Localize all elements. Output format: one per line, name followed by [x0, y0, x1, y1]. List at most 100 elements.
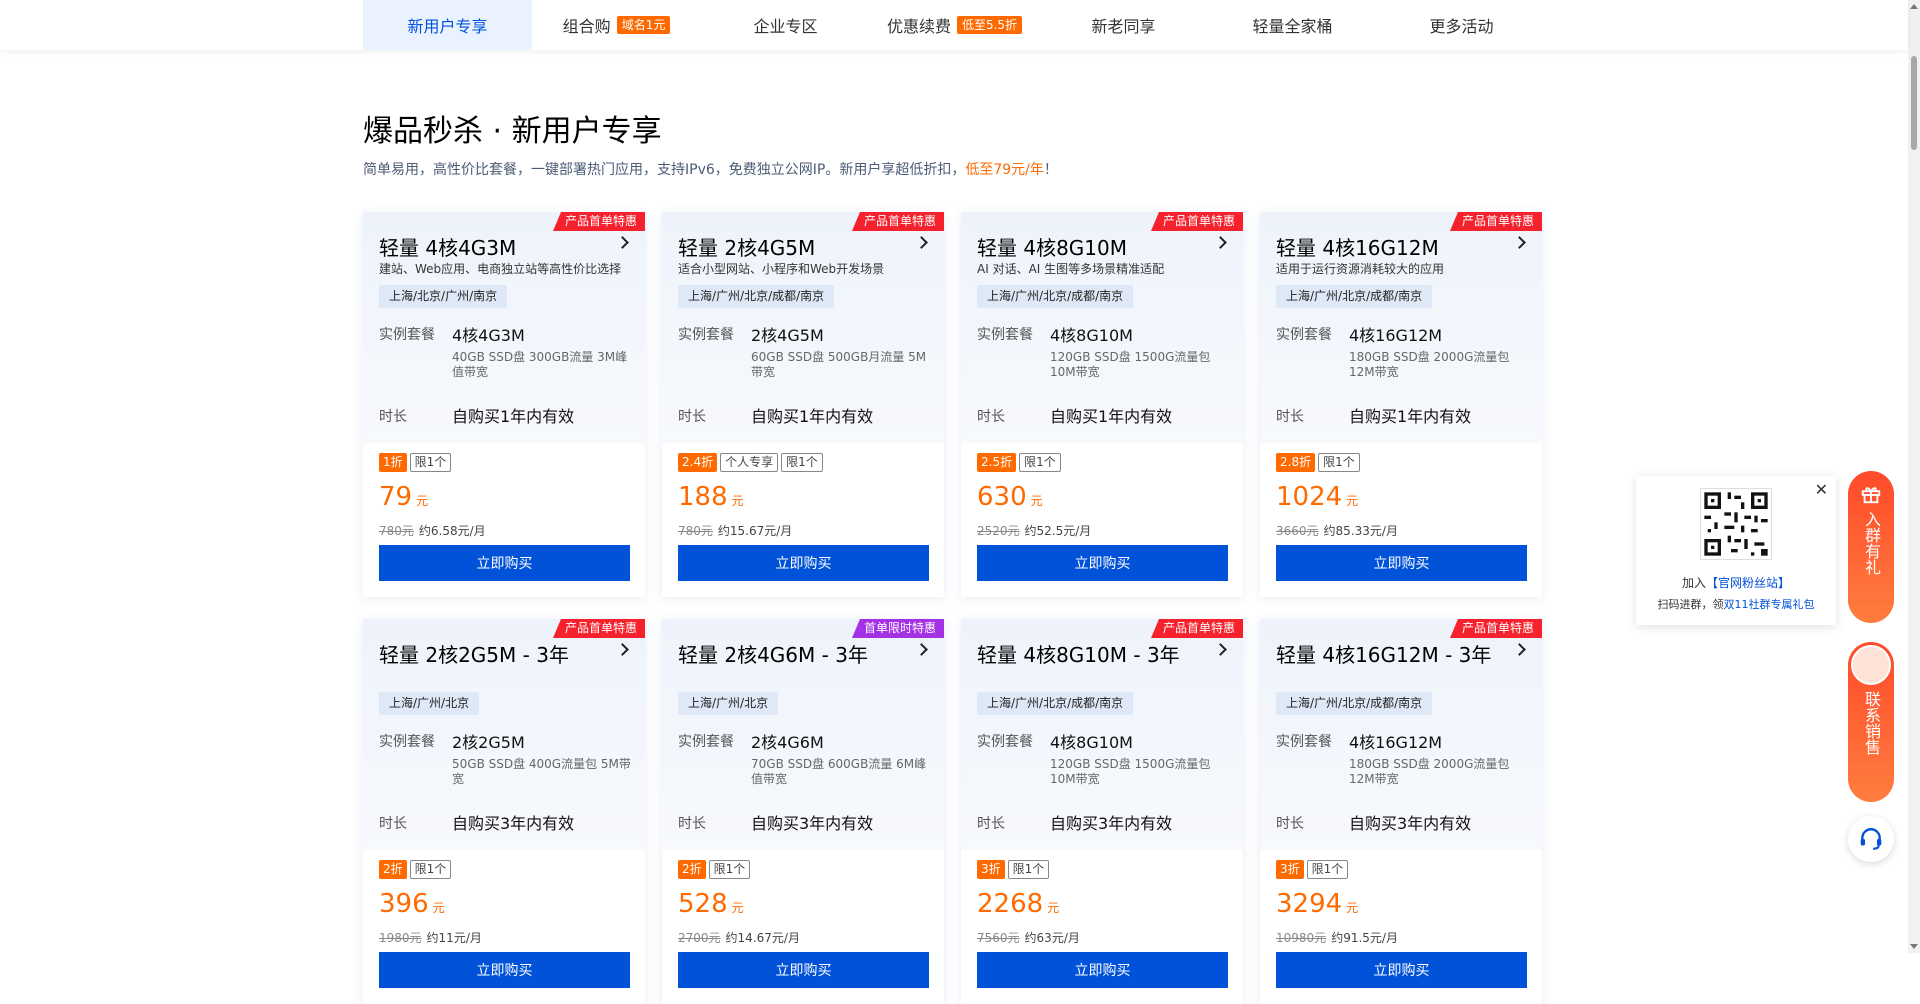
buy-now-button[interactable]: 立即购买: [678, 545, 929, 581]
duration-label: 时长: [977, 409, 1005, 425]
buy-now-button[interactable]: 立即购买: [1276, 545, 1527, 581]
tab-label: 新老同享: [1091, 17, 1156, 36]
promo-ribbon: 首单限时特惠: [851, 619, 944, 638]
tab-renewal[interactable]: 优惠续费 低至5.5折: [870, 0, 1039, 50]
tab-label: 新用户专享: [407, 17, 488, 36]
monthly-price: 约11元/月: [426, 931, 482, 945]
fan-site-link[interactable]: 【官网粉丝站】: [1706, 576, 1790, 590]
package-detail: 120GB SSD盘 1500G流量包 10M带宽: [1050, 757, 1211, 786]
original-price-value: 10980元: [1276, 931, 1327, 945]
price: 3294 元: [1276, 889, 1358, 919]
support-button[interactable]: [1848, 816, 1894, 862]
gift-icon: [1861, 487, 1881, 504]
price-unit: 元: [432, 901, 445, 915]
page-scrollbar[interactable]: [1908, 0, 1920, 953]
tag-list: 3折 限1个: [977, 860, 1050, 879]
product-title[interactable]: 轻量 4核8G10M - 3年: [977, 639, 1180, 668]
promo-ribbon: 产品首单特惠: [851, 212, 944, 231]
scroll-down-arrow[interactable]: [1910, 944, 1918, 949]
product-subtitle: 适用于运行资源消耗较大的应用: [1276, 262, 1445, 276]
package-detail: 180GB SSD盘 2000G流量包 12M带宽: [1349, 757, 1510, 786]
limit-tag: 限1个: [1019, 453, 1061, 472]
price-unit: 元: [731, 494, 744, 508]
duration-label: 时长: [379, 816, 407, 832]
qr-code-icon: [1700, 488, 1772, 560]
product-card: 产品首单特惠 轻量 4核8G10M AI 对话、AI 生图等多场景精准适配 上海…: [961, 212, 1243, 597]
package-value: 4核4G3M: [452, 326, 525, 345]
buy-now-button[interactable]: 立即购买: [379, 952, 630, 988]
limit-tag: 限1个: [781, 453, 823, 472]
tab-more[interactable]: 更多活动: [1377, 0, 1546, 50]
discount-tag: 2折: [678, 860, 706, 879]
price-value: 630: [977, 482, 1027, 512]
limit-tag: 限1个: [1007, 860, 1050, 879]
tab-new-user[interactable]: 新用户专享: [363, 0, 532, 50]
package-value: 4核8G10M: [1050, 733, 1133, 752]
tag-list: 2折 限1个: [379, 860, 452, 879]
package-label: 实例套餐: [379, 327, 435, 343]
package-label: 实例套餐: [678, 734, 734, 750]
product-card: 产品首单特惠 轻量 4核16G12M 适用于运行资源消耗较大的应用 上海/广州/…: [1260, 212, 1542, 597]
buy-now-button[interactable]: 立即购买: [977, 545, 1228, 581]
product-title[interactable]: 轻量 2核4G6M - 3年: [678, 639, 868, 668]
original-price: 7560元 约63元/月: [977, 929, 1080, 946]
product-subtitle: AI 对话、AI 生图等多场景精准适配: [977, 262, 1165, 276]
price-unit: 元: [416, 494, 429, 508]
product-card: 产品首单特惠 轻量 2核2G5M - 3年 上海/广州/北京 实例套餐 2核2G…: [363, 619, 645, 1004]
original-price-value: 2700元: [678, 931, 721, 945]
original-price: 2700元 约14.67元/月: [678, 929, 800, 946]
duration-value: 自购买1年内有效: [1349, 407, 1472, 426]
buy-now-button[interactable]: 立即购买: [1276, 952, 1527, 988]
package-label: 实例套餐: [977, 327, 1033, 343]
duration-value: 自购买1年内有效: [452, 407, 575, 426]
contact-sales-button[interactable]: 联系销售: [1848, 642, 1894, 802]
region-tag: 上海/广州/北京: [379, 692, 480, 715]
product-subtitle: 适合小型网站、小程序和Web开发场景: [678, 262, 885, 276]
buy-now-button[interactable]: 立即购买: [977, 952, 1228, 988]
tab-label: 更多活动: [1429, 17, 1494, 36]
discount-tag: 2折: [379, 860, 407, 879]
qr-subcaption: 扫码进群，领双11社群专属礼包: [1636, 596, 1836, 612]
package-detail: 120GB SSD盘 1500G流量包 10M带宽: [1050, 350, 1211, 379]
product-card: 首单限时特惠 轻量 2核4G6M - 3年 上海/广州/北京 实例套餐 2核4G…: [662, 619, 944, 1004]
duration-value: 自购买1年内有效: [751, 407, 874, 426]
tab-combo[interactable]: 组合购 域名1元: [532, 0, 701, 50]
tab-shared[interactable]: 新老同享: [1039, 0, 1208, 50]
product-title[interactable]: 轻量 2核2G5M - 3年: [379, 639, 569, 668]
gift-link[interactable]: 双11社群专属礼包: [1724, 598, 1815, 611]
package-value: 4核8G10M: [1050, 326, 1133, 345]
scroll-thumb[interactable]: [1911, 56, 1917, 150]
tag-list: 1折 限1个: [379, 453, 452, 472]
region-tag: 上海/广州/北京: [678, 692, 779, 715]
product-title[interactable]: 轻量 4核8G10M: [977, 232, 1127, 261]
description-text: 简单易用，高性价比套餐，一键部署热门应用，支持IPv6，免费独立公网IP。新用户…: [363, 162, 966, 178]
sales-avatar: [1851, 645, 1891, 685]
tab-enterprise[interactable]: 企业专区: [701, 0, 870, 50]
price-value: 396: [379, 889, 429, 919]
limit-tag: 限1个: [708, 860, 751, 879]
promo-ribbon: 产品首单特惠: [1150, 619, 1243, 638]
product-grid: 产品首单特惠 轻量 4核4G3M 建站、Web应用、电商独立站等高性价比选择 上…: [363, 212, 1542, 1004]
discount-tag: 1折: [379, 453, 407, 472]
duration-value: 自购买3年内有效: [751, 814, 874, 833]
join-group-button[interactable]: 入群有礼: [1848, 471, 1894, 623]
product-title[interactable]: 轻量 2核4G5M: [678, 232, 815, 261]
region-tag: 上海/广州/北京/成都/南京: [977, 285, 1134, 308]
close-icon[interactable]: ✕: [1815, 480, 1828, 499]
product-title[interactable]: 轻量 4核4G3M: [379, 232, 516, 261]
scroll-up-arrow[interactable]: [1910, 4, 1918, 9]
buy-now-button[interactable]: 立即购买: [379, 545, 630, 581]
product-title[interactable]: 轻量 4核16G12M: [1276, 232, 1439, 261]
limit-tag: 个人专享: [720, 453, 779, 472]
package-value: 2核2G5M: [452, 733, 525, 752]
product-card: 产品首单特惠 轻量 4核4G3M 建站、Web应用、电商独立站等高性价比选择 上…: [363, 212, 645, 597]
price-value: 528: [678, 889, 728, 919]
buy-now-button[interactable]: 立即购买: [678, 952, 929, 988]
qr-popup: ✕ 加入【官网粉丝站】 扫码进群，领双11社群专属礼包: [1636, 476, 1836, 625]
product-title[interactable]: 轻量 4核16G12M - 3年: [1276, 639, 1491, 668]
discount-tag: 2.5折: [977, 453, 1017, 472]
price-unit: 元: [1047, 901, 1060, 915]
tab-bundle[interactable]: 轻量全家桶: [1208, 0, 1377, 50]
tag-list: 2折 限1个: [678, 860, 751, 879]
duration-value: 自购买3年内有效: [1050, 814, 1173, 833]
